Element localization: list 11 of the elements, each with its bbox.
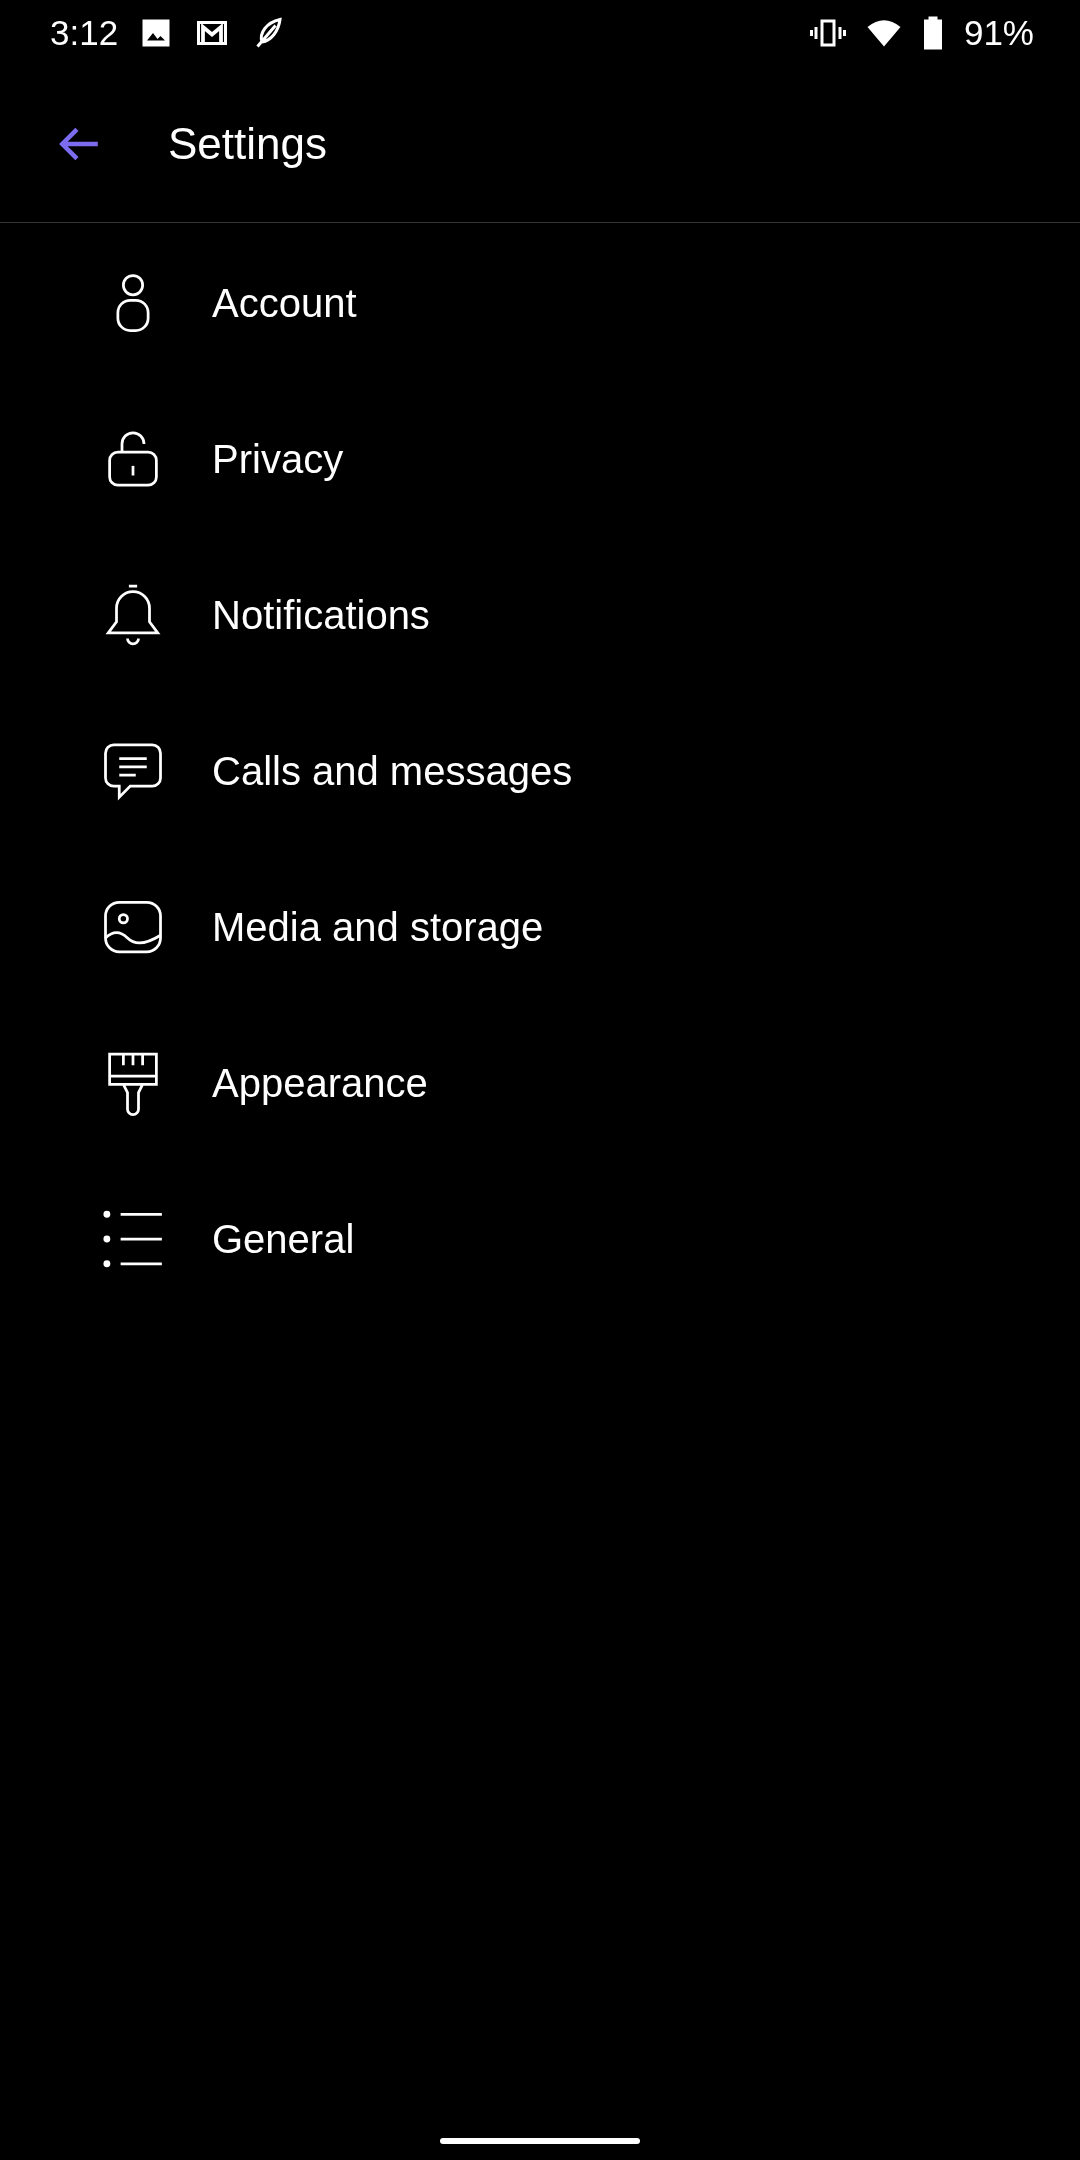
settings-item[interactable]: Account [0,225,1080,381]
settings-item[interactable]: Notifications [0,537,1080,693]
page-title: Settings [168,119,327,169]
settings-item[interactable]: General [0,1161,1080,1317]
settings-item[interactable]: Privacy [0,381,1080,537]
status-time: 3:12 [50,13,119,53]
settings-item[interactable]: Calls and messages [0,693,1080,849]
battery-icon [921,15,944,51]
settings-item[interactable]: Appearance [0,1005,1080,1161]
battery-percent: 91% [963,13,1034,53]
settings-item[interactable]: Media and storage [0,849,1080,1005]
